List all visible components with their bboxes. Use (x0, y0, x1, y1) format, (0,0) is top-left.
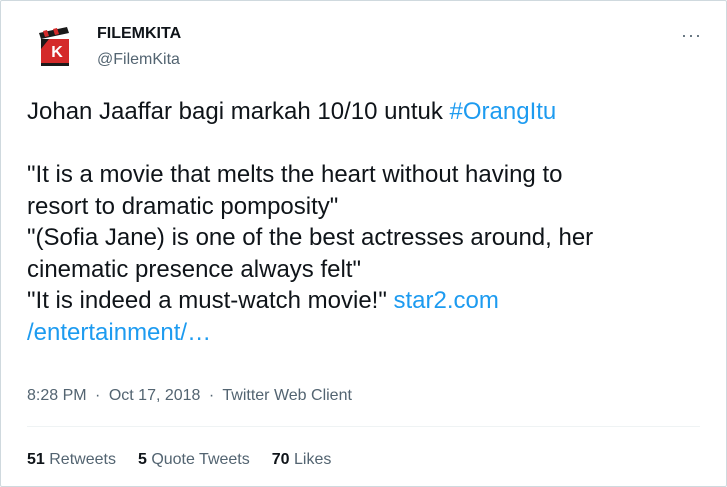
tweet-stats: 51 Retweets 5 Quote Tweets 70 Likes (27, 451, 331, 469)
quote-tweets-label: Quote Tweets (151, 451, 250, 468)
quote-2-line-b: cinematic presence always felt" (27, 255, 361, 283)
likes-stat[interactable]: 70 Likes (272, 451, 332, 469)
tweet-time[interactable]: 8:28 PM (27, 387, 87, 404)
quote-3-text: "It is indeed a must-watch movie!" (27, 287, 394, 314)
more-options-icon[interactable]: ··· (681, 25, 702, 46)
retweets-stat[interactable]: 51 Retweets (27, 451, 116, 469)
likes-count: 70 (271, 451, 290, 468)
star2-link[interactable]: star2.com (394, 287, 499, 314)
quote-1-line-a: "It is a movie that melts the heart with… (27, 161, 563, 188)
tweet-text: Johan Jaaffar bagi markah 10/10 untuk #O… (27, 96, 697, 348)
svg-text:K: K (51, 44, 63, 61)
meta-separator: · (95, 387, 101, 404)
star2-link-path[interactable]: /entertainment/… (27, 317, 697, 349)
tweet-line-1-text: Johan Jaaffar bagi markah 10/10 untuk (27, 98, 450, 125)
hashtag-link[interactable]: #OrangItu (450, 98, 557, 125)
tweet-date[interactable]: Oct 17, 2018 (109, 387, 201, 404)
quote-3-line: "It is indeed a must-watch movie!" star2… (27, 285, 697, 317)
author-name[interactable]: FILEMKITA (97, 25, 181, 43)
tweet-meta: 8:28 PM · Oct 17, 2018 · Twitter Web Cli… (27, 387, 352, 405)
tweet-card: K FILEMKITA @FilemKita ··· Johan Jaaffar… (0, 0, 727, 487)
quote-tweets-count: 5 (137, 451, 147, 468)
divider (27, 426, 700, 427)
quote-2-line-a: "(Sofia Jane) is one of the best actress… (27, 224, 594, 251)
retweets-label: Retweets (49, 451, 116, 468)
meta-separator: · (208, 387, 215, 404)
tweet-line-1: Johan Jaaffar bagi markah 10/10 untuk #O… (27, 96, 697, 128)
likes-label: Likes (294, 451, 332, 468)
quote-1-line-b: resort to dramatic pomposity" (27, 192, 339, 220)
tweet-client: Twitter Web Client (222, 387, 352, 404)
author-handle[interactable]: @FilemKita (97, 51, 180, 69)
avatar[interactable]: K (27, 19, 81, 73)
filemkita-logo-icon: K (27, 19, 81, 73)
quote-tweets-stat[interactable]: 5 Quote Tweets (138, 451, 250, 469)
retweets-count: 51 (27, 451, 45, 468)
